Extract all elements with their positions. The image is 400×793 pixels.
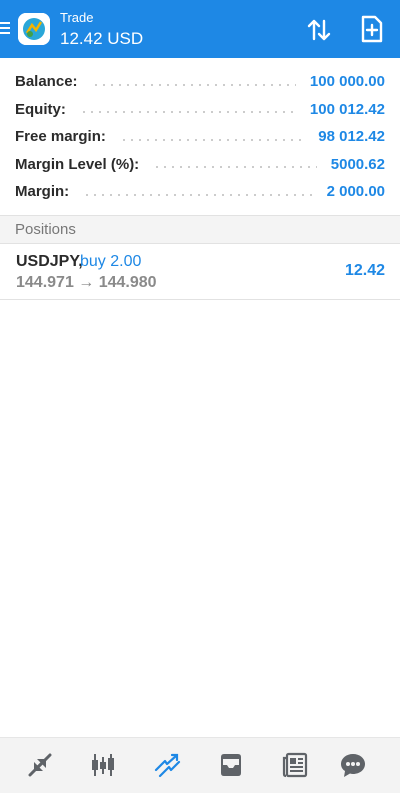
new-order-icon[interactable] — [358, 14, 386, 44]
summary-label: Margin: — [15, 183, 70, 201]
summary-row-free-margin: Free margin: 98 012.42 — [0, 123, 400, 151]
summary-label: Free margin: — [15, 128, 106, 146]
dotted-leader — [119, 138, 305, 141]
summary-row-equity: Equity: 100 012.42 — [0, 96, 400, 124]
summary-value: 100 000.00 — [309, 73, 385, 91]
header-title: 12.42 USD — [60, 29, 144, 48]
summary-value: 2 000.00 — [326, 183, 385, 201]
trade-icon[interactable] — [150, 748, 184, 782]
summary-row-balance: Balance: 100 000.00 — [0, 68, 400, 96]
history-icon[interactable] — [214, 748, 248, 782]
dotted-leader — [83, 193, 313, 196]
positions-section-header: Positions — [0, 215, 400, 244]
position-profit: 12.42 — [344, 262, 385, 279]
dotted-leader — [153, 166, 317, 169]
messages-icon[interactable] — [336, 748, 370, 782]
summary-label: Balance: — [15, 73, 78, 91]
menu-icon[interactable] — [0, 22, 12, 36]
quotes-icon[interactable] — [23, 748, 57, 782]
app-header: Trade 12.42 USD — [0, 0, 400, 58]
dotted-leader — [79, 111, 296, 114]
summary-row-margin: Margin: 2 000.00 — [0, 178, 400, 206]
sort-icon[interactable] — [304, 15, 334, 45]
chart-icon[interactable] — [86, 748, 120, 782]
position-symbol: USDJPY, — [16, 253, 83, 270]
summary-label: Equity: — [15, 100, 66, 118]
position-side: buy 2.00 — [80, 253, 142, 270]
summary-value: 5000.62 — [330, 155, 385, 173]
app-logo[interactable] — [18, 13, 50, 45]
dotted-leader — [91, 83, 296, 86]
summary-row-margin-level: Margin Level (%): 5000.62 — [0, 151, 400, 179]
summary-value: 98 012.42 — [318, 128, 385, 146]
header-subtitle: Trade — [60, 10, 94, 25]
account-summary: Balance: 100 000.00 Equity: 100 012.42 F… — [0, 68, 400, 206]
position-prices: 144.971 → 144.980 — [16, 274, 157, 291]
summary-label: Margin Level (%): — [15, 155, 140, 173]
news-icon[interactable] — [278, 748, 312, 782]
summary-value: 100 012.42 — [309, 100, 385, 118]
bottom-nav — [0, 737, 400, 793]
position-row[interactable]: USDJPY, buy 2.00 144.971 → 144.980 12.42 — [0, 244, 400, 300]
